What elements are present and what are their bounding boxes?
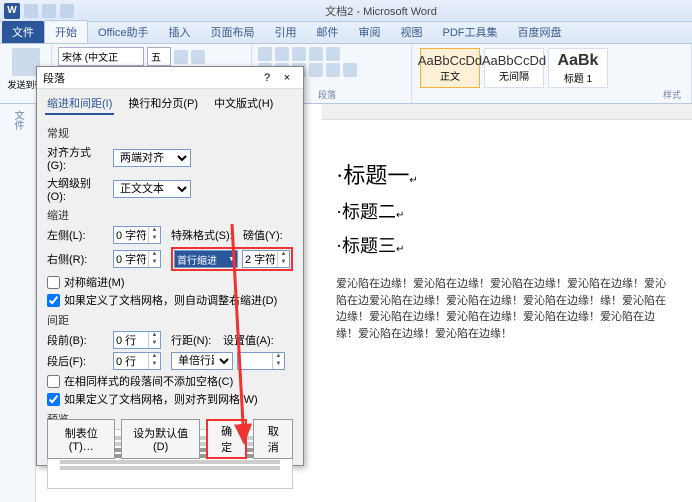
body-paragraph: 爱沁陷在边缘！爱沁陷在边缘！爱沁陷在边缘！爱沁陷在边缘！爱沁陷在边爱沁陷在边缘！…: [336, 276, 672, 342]
indent-right-input[interactable]: ▲▼: [113, 250, 161, 268]
outline-select[interactable]: 正文文本: [113, 180, 191, 198]
tab-mailings[interactable]: 邮件: [307, 21, 349, 43]
left-sidebar: 文件: [0, 104, 36, 502]
tab-file[interactable]: 文件: [2, 21, 44, 43]
special-highlight: 首行缩进▼ ▲▼: [171, 247, 293, 271]
style-sample: AaBk: [558, 52, 599, 70]
section-general: 常规: [47, 125, 293, 141]
tab-insert[interactable]: 插入: [159, 21, 201, 43]
section-indent: 缩进: [47, 207, 293, 223]
line-spacing-label: 行距(N):: [171, 332, 219, 348]
indent-left-input[interactable]: ▲▼: [113, 226, 161, 244]
style-name: 无间隔: [499, 68, 529, 83]
dialog-title: 段落: [43, 70, 65, 86]
tab-review[interactable]: 审阅: [349, 21, 391, 43]
tabs-button[interactable]: 制表位(T)…: [47, 419, 115, 459]
snap-grid-checkbox[interactable]: [47, 393, 60, 406]
alignment-select[interactable]: 两端对齐: [113, 149, 191, 167]
no-space-checkbox[interactable]: [47, 375, 60, 388]
snap-grid-label: 如果定义了文档网格，则对齐到网格(W): [64, 391, 258, 407]
cancel-button[interactable]: 取消: [253, 419, 293, 459]
auto-adjust-indent-label: 如果定义了文档网格，则自动调整右缩进(D): [64, 292, 277, 308]
dialog-tabs: 缩进和间距(I) 换行和分页(P) 中文版式(H): [37, 89, 303, 115]
document-area: ·标题一↵ ·标题二↵ ·标题三↵ 爱沁陷在边缘！爱沁陷在边缘！爱沁陷在边缘！爱…: [322, 104, 692, 502]
line-spacing-icon[interactable]: [326, 63, 340, 77]
heading-3: ·标题三↵: [336, 232, 672, 258]
help-button[interactable]: ?: [257, 72, 277, 84]
mirror-indent-label: 对称缩进(M): [64, 274, 125, 290]
special-label: 特殊格式(S):: [171, 227, 239, 243]
shrink-font-icon[interactable]: [191, 50, 205, 64]
window-title: 文档2 - Microsoft Word: [74, 3, 688, 19]
grow-font-icon[interactable]: [174, 50, 188, 64]
quick-access-toolbar: [24, 4, 74, 18]
word-icon: W: [4, 3, 20, 19]
tab-home[interactable]: 开始: [44, 20, 88, 43]
line-spacing-select[interactable]: 单倍行距: [171, 352, 233, 370]
heading-2: ·标题二↵: [336, 198, 672, 224]
tab-indent-spacing[interactable]: 缩进和间距(I): [45, 93, 114, 115]
section-spacing: 间距: [47, 312, 293, 328]
qat-redo-icon[interactable]: [60, 4, 74, 18]
heading-1: ·标题一↵: [336, 158, 672, 190]
tab-asian-typography[interactable]: 中文版式(H): [212, 93, 275, 115]
style-name: 标题 1: [564, 70, 592, 85]
dialog-buttons: 制表位(T)… 设为默认值(D) 确定 取消: [37, 419, 303, 459]
title-bar: W 文档2 - Microsoft Word: [0, 0, 692, 22]
style-sample: AaBbCcDd: [482, 53, 546, 68]
styles-group-label: 样式: [663, 88, 681, 101]
indent-right-label: 右侧(R):: [47, 251, 109, 267]
style-sample: AaBbCcDd: [418, 53, 482, 68]
tab-view[interactable]: 视图: [391, 21, 433, 43]
alignment-label: 对齐方式(G):: [47, 144, 109, 172]
paragraph-group-label: 段落: [318, 88, 336, 101]
tab-office-helper[interactable]: Office助手: [88, 21, 159, 43]
style-name: 正文: [440, 68, 460, 83]
indent-left-label: 左侧(L):: [47, 227, 109, 243]
ok-button[interactable]: 确定: [206, 419, 248, 459]
before-label: 段前(B):: [47, 332, 109, 348]
paragraph-dialog: 段落 ? × 缩进和间距(I) 换行和分页(P) 中文版式(H) 常规 对齐方式…: [36, 66, 304, 466]
tab-references[interactable]: 引用: [265, 21, 307, 43]
tab-line-page-breaks[interactable]: 换行和分页(P): [126, 93, 200, 115]
special-format-select[interactable]: 首行缩进▼: [174, 250, 238, 268]
page[interactable]: ·标题一↵ ·标题二↵ ·标题三↵ 爱沁陷在边缘！爱沁陷在边缘！爱沁陷在边缘！爱…: [322, 120, 692, 352]
outline-label: 大纲级别(O):: [47, 175, 109, 203]
style-heading1[interactable]: AaBk 标题 1: [548, 48, 608, 88]
tab-layout[interactable]: 页面布局: [201, 21, 265, 43]
after-label: 段后(F):: [47, 353, 109, 369]
after-input[interactable]: ▲▼: [113, 352, 161, 370]
close-button[interactable]: ×: [277, 72, 297, 84]
decrease-indent-icon[interactable]: [309, 47, 323, 61]
font-name-select[interactable]: 宋体 (中文正: [58, 47, 144, 66]
before-input[interactable]: ▲▼: [113, 331, 161, 349]
style-nospacing[interactable]: AaBbCcDd 无间隔: [484, 48, 544, 88]
sidebar-file-label: 文件: [10, 110, 25, 130]
style-normal[interactable]: AaBbCcDd 正文: [420, 48, 480, 88]
tab-pdf[interactable]: PDF工具集: [433, 21, 508, 43]
numbering-icon[interactable]: [275, 47, 289, 61]
at-input[interactable]: ▲▼: [237, 352, 285, 370]
shading-icon[interactable]: [343, 63, 357, 77]
measure-label: 磅值(Y):: [243, 227, 287, 243]
font-size-select[interactable]: 五: [147, 47, 171, 66]
tab-baidu[interactable]: 百度网盘: [508, 21, 572, 43]
no-space-label: 在相同样式的段落间不添加空格(C): [64, 373, 233, 389]
dialog-titlebar: 段落 ? ×: [37, 67, 303, 89]
ribbon-tabs: 文件 开始 Office助手 插入 页面布局 引用 邮件 审阅 视图 PDF工具…: [0, 22, 692, 44]
measure-input[interactable]: ▲▼: [242, 250, 290, 268]
at-label: 设置值(A):: [223, 332, 277, 348]
multilevel-icon[interactable]: [292, 47, 306, 61]
justify-icon[interactable]: [309, 63, 323, 77]
mirror-indent-checkbox[interactable]: [47, 276, 60, 289]
bullets-icon[interactable]: [258, 47, 272, 61]
qat-undo-icon[interactable]: [42, 4, 56, 18]
ruler[interactable]: [322, 104, 692, 120]
increase-indent-icon[interactable]: [326, 47, 340, 61]
auto-adjust-indent-checkbox[interactable]: [47, 294, 60, 307]
set-default-button[interactable]: 设为默认值(D): [121, 419, 199, 459]
group-styles: AaBbCcDd 正文 AaBbCcDd 无间隔 AaBk 标题 1 样式: [412, 44, 692, 103]
qat-save-icon[interactable]: [24, 4, 38, 18]
